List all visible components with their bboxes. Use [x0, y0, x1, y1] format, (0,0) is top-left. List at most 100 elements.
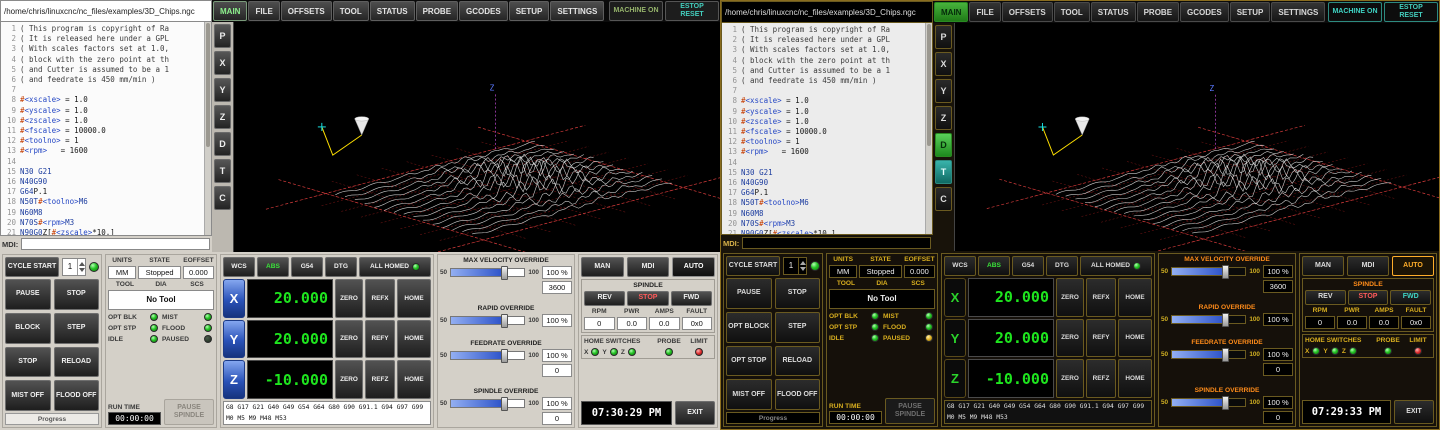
spindle-rev-button[interactable]: REV — [584, 291, 625, 306]
axis-z-key[interactable]: Z — [944, 359, 966, 398]
key-c[interactable]: C — [935, 187, 952, 211]
scrollbar-thumb[interactable] — [927, 24, 931, 146]
axis-x-key[interactable]: X — [944, 278, 966, 317]
spindle-stop-button[interactable]: STOP — [1348, 290, 1389, 305]
reload-button[interactable]: RELOAD — [775, 346, 821, 377]
tab-setup[interactable]: SETUP — [1230, 2, 1271, 22]
tab-setup[interactable]: SETUP — [509, 1, 550, 21]
home-z-button[interactable]: HOME — [397, 360, 431, 399]
ref-y-button[interactable]: REFY — [365, 320, 395, 359]
home-y-button[interactable]: HOME — [1118, 319, 1152, 358]
slider-handle[interactable] — [1222, 313, 1229, 327]
mist-off-button[interactable]: MIST OFF — [5, 380, 51, 411]
ref-x-button[interactable]: REFX — [1086, 278, 1116, 317]
pause-button[interactable]: PAUSE — [5, 279, 51, 310]
cycle-start-button[interactable]: CYCLE START — [726, 256, 780, 276]
scrollbar-thumb[interactable] — [206, 23, 210, 147]
rapid-slider[interactable] — [450, 316, 525, 325]
spindle-fwd-button[interactable]: FWD — [671, 291, 712, 306]
man-button[interactable]: MAN — [1302, 256, 1344, 276]
key-x[interactable]: X — [935, 52, 952, 76]
tab-file[interactable]: FILE — [969, 2, 1000, 22]
spindle-stop-button[interactable]: STOP — [627, 291, 668, 306]
tab-main[interactable]: MAIN — [934, 2, 968, 22]
ref-z-button[interactable]: REFZ — [1086, 359, 1116, 398]
axis-z-key[interactable]: Z — [223, 360, 245, 399]
tab-status[interactable]: STATUS — [1091, 2, 1136, 22]
stop-button[interactable]: STOP — [775, 278, 821, 309]
ref-y-button[interactable]: REFY — [1086, 319, 1116, 358]
file-path-field[interactable]: /home/chris/linuxcnc/nc_files/examples/3… — [0, 0, 212, 22]
cycle-repeat-spinbox[interactable]: 1 — [783, 257, 807, 275]
spin-down-icon[interactable] — [800, 267, 806, 271]
auto-button[interactable]: AUTO — [672, 257, 715, 277]
machine-on-button[interactable]: MACHINE ON — [609, 1, 663, 21]
flood-off-button[interactable]: FLOOD OFF — [54, 380, 100, 411]
slider-handle[interactable] — [501, 314, 508, 328]
step-button[interactable]: STEP — [775, 312, 821, 343]
opt-block-button[interactable]: OPT BLOCK — [726, 312, 772, 343]
key-y[interactable]: Y — [935, 79, 952, 103]
exit-button[interactable]: EXIT — [675, 401, 715, 425]
editor-scrollbar[interactable] — [925, 23, 932, 234]
wcs-button[interactable]: WCS — [944, 256, 976, 276]
key-d[interactable]: D — [214, 132, 231, 156]
home-x-button[interactable]: HOME — [1118, 278, 1152, 317]
zero-z-button[interactable]: ZERO — [335, 360, 363, 399]
zero-y-button[interactable]: ZERO — [335, 320, 363, 359]
mist-off-button[interactable]: MIST OFF — [726, 379, 772, 410]
spin-up-icon[interactable] — [79, 262, 85, 266]
key-t[interactable]: T — [935, 160, 952, 184]
tab-tool[interactable]: TOOL — [333, 1, 369, 21]
key-p[interactable]: P — [214, 24, 231, 48]
step-button[interactable]: STEP — [54, 313, 100, 344]
cycle-repeat-spinbox[interactable]: 1 — [62, 258, 86, 276]
tab-main[interactable]: MAIN — [213, 1, 247, 21]
dtg-button[interactable]: DTG — [325, 257, 357, 277]
home-y-button[interactable]: HOME — [397, 320, 431, 359]
axis-x-key[interactable]: X — [223, 279, 245, 318]
feedrate-slider[interactable] — [1171, 350, 1246, 359]
g54-button[interactable]: G54 — [291, 257, 323, 277]
key-p[interactable]: P — [935, 25, 952, 49]
ref-x-button[interactable]: REFX — [365, 279, 395, 318]
slider-handle[interactable] — [1222, 265, 1229, 279]
pause-spindle-button[interactable]: PAUSE SPINDLE — [885, 398, 935, 424]
spindle-slider[interactable] — [1171, 398, 1246, 407]
opt-stop-button[interactable]: STOP — [5, 347, 51, 378]
reload-button[interactable]: RELOAD — [54, 347, 100, 378]
tab-settings[interactable]: SETTINGS — [550, 1, 604, 21]
key-t[interactable]: T — [214, 159, 231, 183]
flood-off-button[interactable]: FLOOD OFF — [775, 379, 821, 410]
abs-button[interactable]: ABS — [257, 257, 289, 277]
tab-file[interactable]: FILE — [248, 1, 279, 21]
tab-offsets[interactable]: OFFSETS — [1002, 2, 1053, 22]
exit-button[interactable]: EXIT — [1394, 400, 1434, 424]
key-z[interactable]: Z — [935, 106, 952, 130]
key-z[interactable]: Z — [214, 105, 231, 129]
man-button[interactable]: MAN — [581, 257, 624, 277]
key-d[interactable]: D — [935, 133, 952, 157]
mdi-button[interactable]: MDI — [627, 257, 670, 277]
slider-handle[interactable] — [1222, 396, 1229, 410]
zero-x-button[interactable]: ZERO — [1056, 278, 1084, 317]
tab-probe[interactable]: PROBE — [416, 1, 458, 21]
rapid-slider[interactable] — [1171, 315, 1246, 324]
spin-up-icon[interactable] — [800, 261, 806, 265]
tab-tool[interactable]: TOOL — [1054, 2, 1090, 22]
key-y[interactable]: Y — [214, 78, 231, 102]
cycle-start-button[interactable]: CYCLE START — [5, 257, 59, 277]
preview-3d[interactable]: Z — [234, 22, 720, 252]
all-homed-button[interactable]: ALL HOMED — [1080, 256, 1152, 276]
slider-handle[interactable] — [1222, 348, 1229, 362]
g54-button[interactable]: G54 — [1012, 256, 1044, 276]
abs-button[interactable]: ABS — [978, 256, 1010, 276]
spindle-fwd-button[interactable]: FWD — [1390, 290, 1431, 305]
axis-y-key[interactable]: Y — [944, 319, 966, 358]
pause-button[interactable]: PAUSE — [726, 278, 772, 309]
auto-button[interactable]: AUTO — [1392, 256, 1434, 276]
gcode-listing[interactable]: 1( This program is copyright of Ra2( It … — [0, 22, 212, 236]
tab-status[interactable]: STATUS — [370, 1, 415, 21]
slider-handle[interactable] — [501, 349, 508, 363]
pause-spindle-button[interactable]: PAUSE SPINDLE — [164, 399, 214, 425]
